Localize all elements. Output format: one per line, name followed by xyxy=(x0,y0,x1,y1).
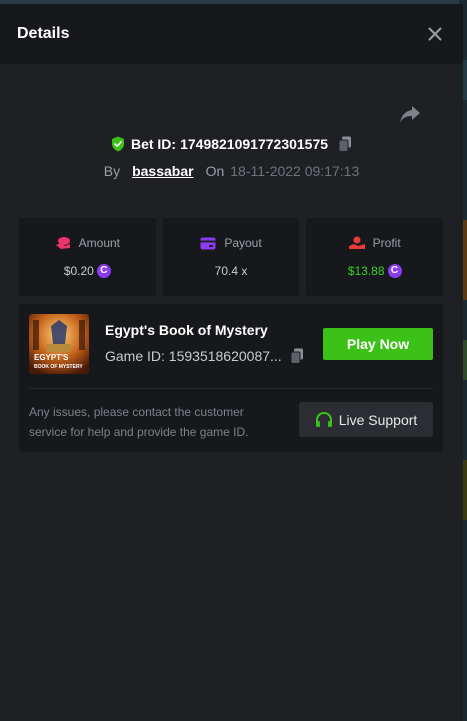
payout-value: 70.4 x xyxy=(214,264,248,278)
bet-datetime: 18-11-2022 09:17:13 xyxy=(230,163,360,179)
copy-icon xyxy=(338,136,352,152)
game-thumbnail[interactable]: EGYPT'S BOOK OF MYSTERY xyxy=(29,314,89,374)
share-button[interactable] xyxy=(399,104,423,128)
headset-icon xyxy=(315,411,332,427)
bet-id-row: Bet ID: 1749821091772301575 xyxy=(0,136,463,152)
copy-game-id-button[interactable] xyxy=(290,348,304,364)
support-note: Any issues, please contact the customer … xyxy=(29,405,249,439)
amount-label: Amount xyxy=(78,236,121,250)
username-link[interactable]: bassabar xyxy=(132,163,193,179)
bet-id-value: 1749821091772301575 xyxy=(180,136,329,152)
play-now-button[interactable]: Play Now xyxy=(323,328,433,360)
stat-amount: Amount $0.20 C xyxy=(19,218,156,296)
svg-text:EGYPT'S: EGYPT'S xyxy=(34,353,69,362)
bet-meta-row: By bassabar On 18-11-2022 09:17:13 xyxy=(0,163,463,179)
game-card: EGYPT'S BOOK OF MYSTERY Egypt's Book of … xyxy=(19,304,443,452)
amount-icon xyxy=(55,237,70,249)
stat-profit: Profit $13.88 C xyxy=(306,218,444,296)
by-label: By xyxy=(103,163,121,179)
live-support-button[interactable]: Live Support xyxy=(299,402,433,437)
amount-value: $0.20 xyxy=(63,264,94,278)
profit-value: $13.88 xyxy=(347,264,385,278)
bet-details-modal: Details Bet ID: 1749821091772301575 By b… xyxy=(0,4,463,721)
coin-icon: C xyxy=(96,264,111,278)
profit-icon xyxy=(348,236,365,249)
stat-payout: Payout 70.4 x xyxy=(162,218,300,296)
divider xyxy=(29,388,433,389)
coin-icon: C xyxy=(387,264,402,278)
profit-label: Profit xyxy=(372,236,401,250)
on-label: On xyxy=(205,163,225,179)
modal-header: Details xyxy=(0,4,463,64)
payout-icon xyxy=(200,237,216,249)
payout-label: Payout xyxy=(224,236,262,250)
live-support-label: Live Support xyxy=(338,411,418,428)
svg-text:BOOK OF MYSTERY: BOOK OF MYSTERY xyxy=(34,364,83,370)
shield-check-icon xyxy=(111,136,124,152)
bet-stats: Amount $0.20 C Payout 70.4 x Profit $13.… xyxy=(19,218,444,296)
game-thumbnail-art: EGYPT'S BOOK OF MYSTERY xyxy=(29,314,89,374)
close-button[interactable] xyxy=(423,22,447,46)
copy-bet-id-button[interactable] xyxy=(338,136,352,152)
share-icon xyxy=(400,106,420,123)
bet-id-label: Bet ID: xyxy=(130,136,177,152)
close-icon xyxy=(428,27,442,41)
game-id: Game ID: 1593518620087... xyxy=(105,348,282,364)
game-id-row: Game ID: 1593518620087... xyxy=(105,348,304,364)
modal-title: Details xyxy=(17,25,70,42)
game-name[interactable]: Egypt's Book of Mystery xyxy=(105,322,268,338)
copy-icon xyxy=(290,348,303,364)
